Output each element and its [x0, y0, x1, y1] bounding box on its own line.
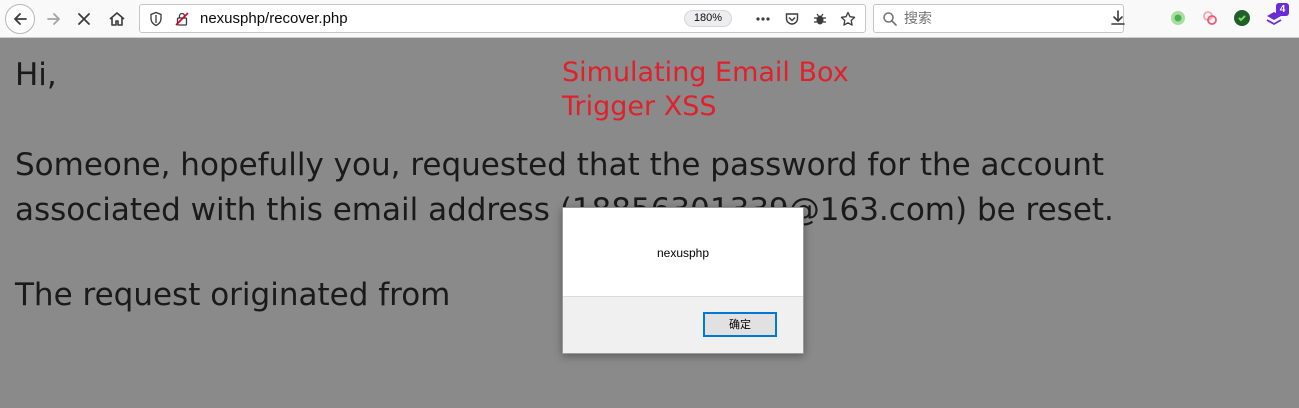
alert-footer: 确定	[563, 296, 803, 353]
pink-rings-extension-icon[interactable]	[1200, 8, 1220, 28]
overlay-subtitle: Trigger XSS	[562, 91, 717, 122]
stop-button[interactable]	[69, 4, 99, 34]
alert-message: nexusphp	[656, 246, 710, 260]
home-icon	[109, 12, 125, 26]
url-bar[interactable]: nexusphp/recover.php 180%	[139, 4, 866, 33]
zoom-level[interactable]: 180%	[684, 10, 732, 27]
close-icon	[78, 13, 90, 25]
arrow-right-icon	[47, 13, 60, 25]
home-button[interactable]	[102, 4, 132, 34]
extension-count-badge: 4	[1276, 3, 1289, 16]
url-text[interactable]: nexusphp/recover.php	[200, 10, 348, 27]
request-origin-paragraph: The request originated from	[15, 277, 451, 313]
search-icon	[882, 11, 898, 31]
back-button[interactable]	[5, 4, 35, 34]
arrow-left-icon	[14, 13, 27, 25]
shield-icon[interactable]	[148, 11, 164, 31]
forward-button[interactable]	[39, 4, 69, 34]
greeting-text: Hi,	[15, 57, 57, 93]
search-input[interactable]	[904, 9, 1114, 29]
bug-icon[interactable]	[811, 10, 829, 28]
more-actions-icon[interactable]	[754, 10, 772, 28]
ok-button[interactable]: 确定	[703, 312, 777, 337]
alert-dialog: nexusphp 确定	[562, 207, 804, 354]
download-icon[interactable]	[1108, 8, 1128, 28]
search-bar[interactable]	[873, 4, 1124, 33]
insecure-lock-icon[interactable]	[174, 11, 190, 31]
green-dot-extension-icon[interactable]	[1168, 8, 1188, 28]
browser-toolbar: nexusphp/recover.php 180% 4	[0, 0, 1299, 38]
pocket-icon[interactable]	[783, 10, 801, 28]
green-shield-extension-icon[interactable]	[1232, 8, 1252, 28]
bookmark-star-icon[interactable]	[839, 10, 857, 28]
overlay-title: Simulating Email Box	[562, 57, 849, 88]
